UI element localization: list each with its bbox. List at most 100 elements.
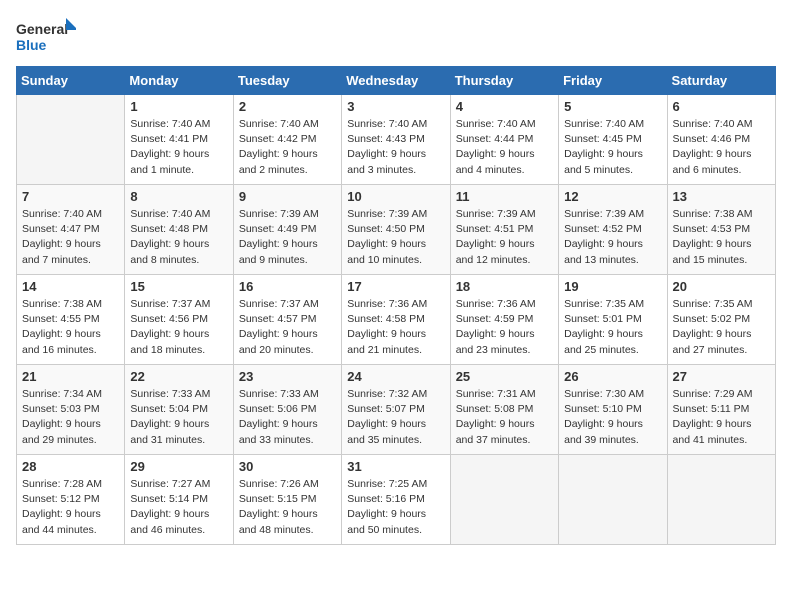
day-number: 2 xyxy=(239,99,336,114)
cell-info: Sunrise: 7:26 AM Sunset: 5:15 PM Dayligh… xyxy=(239,477,336,538)
calendar-cell: 13 Sunrise: 7:38 AM Sunset: 4:53 PM Dayli… xyxy=(667,185,775,275)
calendar-table: SundayMondayTuesdayWednesdayThursdayFrid… xyxy=(16,66,776,545)
calendar-cell: 6 Sunrise: 7:40 AM Sunset: 4:46 PM Daylig… xyxy=(667,95,775,185)
day-number: 5 xyxy=(564,99,661,114)
logo-svg: General Blue xyxy=(16,16,76,58)
day-number: 28 xyxy=(22,459,119,474)
day-number: 1 xyxy=(130,99,227,114)
header-thursday: Thursday xyxy=(450,67,558,95)
day-number: 6 xyxy=(673,99,770,114)
cell-info: Sunrise: 7:31 AM Sunset: 5:08 PM Dayligh… xyxy=(456,387,553,448)
day-number: 15 xyxy=(130,279,227,294)
calendar-cell: 4 Sunrise: 7:40 AM Sunset: 4:44 PM Daylig… xyxy=(450,95,558,185)
day-number: 14 xyxy=(22,279,119,294)
header-saturday: Saturday xyxy=(667,67,775,95)
calendar-cell: 16 Sunrise: 7:37 AM Sunset: 4:57 PM Dayli… xyxy=(233,275,341,365)
calendar-cell: 7Sunrise: 7:40 AM Sunset: 4:47 PM Daylig… xyxy=(17,185,125,275)
cell-info: Sunrise: 7:35 AM Sunset: 5:01 PM Dayligh… xyxy=(564,297,661,358)
calendar-cell: 29 Sunrise: 7:27 AM Sunset: 5:14 PM Dayli… xyxy=(125,455,233,545)
calendar-cell: 1 Sunrise: 7:40 AM Sunset: 4:41 PM Daylig… xyxy=(125,95,233,185)
calendar-cell: 22Sunrise: 7:33 AM Sunset: 5:04 PM Dayli… xyxy=(125,365,233,455)
calendar-cell xyxy=(559,455,667,545)
calendar-cell xyxy=(17,95,125,185)
calendar-week-1: 1 Sunrise: 7:40 AM Sunset: 4:41 PM Daylig… xyxy=(17,95,776,185)
calendar-week-3: 14 Sunrise: 7:38 AM Sunset: 4:55 PM Dayli… xyxy=(17,275,776,365)
header-friday: Friday xyxy=(559,67,667,95)
calendar-week-2: 7Sunrise: 7:40 AM Sunset: 4:47 PM Daylig… xyxy=(17,185,776,275)
cell-info: Sunrise: 7:39 AM Sunset: 4:51 PM Dayligh… xyxy=(456,207,553,268)
cell-info: Sunrise: 7:38 AM Sunset: 4:55 PM Dayligh… xyxy=(22,297,119,358)
cell-info: Sunrise: 7:27 AM Sunset: 5:14 PM Dayligh… xyxy=(130,477,227,538)
cell-info: Sunrise: 7:30 AM Sunset: 5:10 PM Dayligh… xyxy=(564,387,661,448)
day-number: 26 xyxy=(564,369,661,384)
cell-info: Sunrise: 7:40 AM Sunset: 4:42 PM Dayligh… xyxy=(239,117,336,178)
calendar-cell: 27 Sunrise: 7:29 AM Sunset: 5:11 PM Dayli… xyxy=(667,365,775,455)
calendar-cell: 9 Sunrise: 7:39 AM Sunset: 4:49 PM Daylig… xyxy=(233,185,341,275)
calendar-cell: 10 Sunrise: 7:39 AM Sunset: 4:50 PM Dayli… xyxy=(342,185,450,275)
day-number: 3 xyxy=(347,99,444,114)
cell-info: Sunrise: 7:40 AM Sunset: 4:46 PM Dayligh… xyxy=(673,117,770,178)
day-number: 27 xyxy=(673,369,770,384)
calendar-cell: 25 Sunrise: 7:31 AM Sunset: 5:08 PM Dayli… xyxy=(450,365,558,455)
day-number: 9 xyxy=(239,189,336,204)
svg-text:General: General xyxy=(16,21,68,37)
calendar-cell: 23Sunrise: 7:33 AM Sunset: 5:06 PM Dayli… xyxy=(233,365,341,455)
calendar-cell: 26 Sunrise: 7:30 AM Sunset: 5:10 PM Dayli… xyxy=(559,365,667,455)
header-sunday: Sunday xyxy=(17,67,125,95)
calendar-cell: 14 Sunrise: 7:38 AM Sunset: 4:55 PM Dayli… xyxy=(17,275,125,365)
cell-info: Sunrise: 7:40 AM Sunset: 4:45 PM Dayligh… xyxy=(564,117,661,178)
day-number: 25 xyxy=(456,369,553,384)
cell-info: Sunrise: 7:39 AM Sunset: 4:49 PM Dayligh… xyxy=(239,207,336,268)
day-number: 20 xyxy=(673,279,770,294)
calendar-cell: 17Sunrise: 7:36 AM Sunset: 4:58 PM Dayli… xyxy=(342,275,450,365)
day-number: 17 xyxy=(347,279,444,294)
calendar-cell: 28 Sunrise: 7:28 AM Sunset: 5:12 PM Dayli… xyxy=(17,455,125,545)
header-wednesday: Wednesday xyxy=(342,67,450,95)
day-number: 8 xyxy=(130,189,227,204)
cell-info: Sunrise: 7:40 AM Sunset: 4:41 PM Dayligh… xyxy=(130,117,227,178)
cell-info: Sunrise: 7:38 AM Sunset: 4:53 PM Dayligh… xyxy=(673,207,770,268)
cell-info: Sunrise: 7:37 AM Sunset: 4:56 PM Dayligh… xyxy=(130,297,227,358)
cell-info: Sunrise: 7:40 AM Sunset: 4:48 PM Dayligh… xyxy=(130,207,227,268)
cell-info: Sunrise: 7:33 AM Sunset: 5:06 PM Dayligh… xyxy=(239,387,336,448)
calendar-cell: 24 Sunrise: 7:32 AM Sunset: 5:07 PM Dayli… xyxy=(342,365,450,455)
calendar-cell: 30 Sunrise: 7:26 AM Sunset: 5:15 PM Dayli… xyxy=(233,455,341,545)
calendar-cell: 2 Sunrise: 7:40 AM Sunset: 4:42 PM Daylig… xyxy=(233,95,341,185)
day-number: 7 xyxy=(22,189,119,204)
cell-info: Sunrise: 7:28 AM Sunset: 5:12 PM Dayligh… xyxy=(22,477,119,538)
day-number: 18 xyxy=(456,279,553,294)
calendar-cell: 31 Sunrise: 7:25 AM Sunset: 5:16 PM Dayli… xyxy=(342,455,450,545)
cell-info: Sunrise: 7:34 AM Sunset: 5:03 PM Dayligh… xyxy=(22,387,119,448)
svg-text:Blue: Blue xyxy=(16,37,47,53)
day-number: 10 xyxy=(347,189,444,204)
day-number: 16 xyxy=(239,279,336,294)
cell-info: Sunrise: 7:29 AM Sunset: 5:11 PM Dayligh… xyxy=(673,387,770,448)
day-number: 13 xyxy=(673,189,770,204)
cell-info: Sunrise: 7:36 AM Sunset: 4:59 PM Dayligh… xyxy=(456,297,553,358)
cell-info: Sunrise: 7:40 AM Sunset: 4:43 PM Dayligh… xyxy=(347,117,444,178)
page-header: General Blue xyxy=(16,16,776,58)
day-number: 19 xyxy=(564,279,661,294)
calendar-cell: 20 Sunrise: 7:35 AM Sunset: 5:02 PM Dayli… xyxy=(667,275,775,365)
day-number: 21 xyxy=(22,369,119,384)
cell-info: Sunrise: 7:39 AM Sunset: 4:52 PM Dayligh… xyxy=(564,207,661,268)
day-number: 29 xyxy=(130,459,227,474)
calendar-cell: 11Sunrise: 7:39 AM Sunset: 4:51 PM Dayli… xyxy=(450,185,558,275)
day-number: 24 xyxy=(347,369,444,384)
calendar-cell: 18 Sunrise: 7:36 AM Sunset: 4:59 PM Dayli… xyxy=(450,275,558,365)
cell-info: Sunrise: 7:39 AM Sunset: 4:50 PM Dayligh… xyxy=(347,207,444,268)
cell-info: Sunrise: 7:32 AM Sunset: 5:07 PM Dayligh… xyxy=(347,387,444,448)
day-number: 12 xyxy=(564,189,661,204)
calendar-cell: 3 Sunrise: 7:40 AM Sunset: 4:43 PM Daylig… xyxy=(342,95,450,185)
cell-info: Sunrise: 7:37 AM Sunset: 4:57 PM Dayligh… xyxy=(239,297,336,358)
cell-info: Sunrise: 7:35 AM Sunset: 5:02 PM Dayligh… xyxy=(673,297,770,358)
day-number: 31 xyxy=(347,459,444,474)
cell-info: Sunrise: 7:40 AM Sunset: 4:44 PM Dayligh… xyxy=(456,117,553,178)
calendar-cell: 19 Sunrise: 7:35 AM Sunset: 5:01 PM Dayli… xyxy=(559,275,667,365)
calendar-header-row: SundayMondayTuesdayWednesdayThursdayFrid… xyxy=(17,67,776,95)
day-number: 30 xyxy=(239,459,336,474)
cell-info: Sunrise: 7:25 AM Sunset: 5:16 PM Dayligh… xyxy=(347,477,444,538)
logo: General Blue xyxy=(16,16,76,58)
day-number: 4 xyxy=(456,99,553,114)
calendar-cell: 15 Sunrise: 7:37 AM Sunset: 4:56 PM Dayli… xyxy=(125,275,233,365)
